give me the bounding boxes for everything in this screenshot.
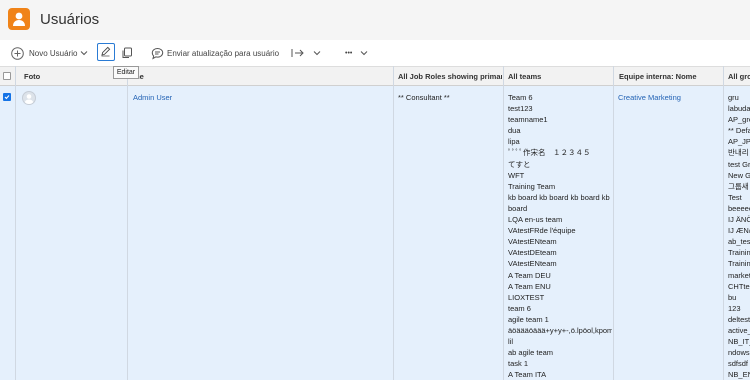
team-list-item: lipa xyxy=(508,137,520,147)
edit-tooltip: Editar xyxy=(113,66,139,79)
team-list-item: kb board kb board kb board kb xyxy=(508,192,610,202)
column-divider xyxy=(503,66,504,380)
checkmark-icon xyxy=(4,95,10,100)
group-list-item: NB_IT_ xyxy=(728,337,750,347)
team-list-item: WFT xyxy=(508,170,525,180)
team-list-item: test123 xyxy=(508,104,533,114)
column-header-teams[interactable]: All teams xyxy=(508,67,608,86)
team-list-item: VAtestENteam xyxy=(508,259,557,269)
user-name-link[interactable]: Admin User xyxy=(133,93,383,102)
team-list-item: VAtestENteam xyxy=(508,237,557,247)
group-list-item: labuda xyxy=(728,104,750,114)
group-list-item: Test xyxy=(728,192,742,202)
group-list-item: IJ ÄNÖ xyxy=(728,215,750,225)
page-header: Usuários xyxy=(0,0,750,40)
team-list-item: task 1 xyxy=(508,359,529,369)
add-circle-icon xyxy=(11,46,24,60)
team-list-item: A Team ITA xyxy=(508,370,547,380)
group-list-item: gru xyxy=(728,93,739,102)
more-actions-button[interactable]: ••• xyxy=(345,45,368,61)
home-team-link[interactable]: Creative Marketing xyxy=(618,93,718,102)
group-list-item: market xyxy=(728,270,750,280)
group-list-item: Trainin xyxy=(728,259,750,269)
users-app-icon xyxy=(8,8,30,30)
copy-icon xyxy=(122,47,132,58)
column-header-groups[interactable]: All gro xyxy=(728,67,750,86)
group-list-item: deltest xyxy=(728,314,750,324)
more-icon: ••• xyxy=(345,49,353,57)
column-divider xyxy=(723,66,724,380)
new-user-label: Novo Usuário xyxy=(29,48,78,58)
export-arrow-icon xyxy=(291,49,304,57)
column-header-photo[interactable]: Foto xyxy=(24,67,104,86)
group-list-item: Trainin xyxy=(728,248,750,258)
new-user-button[interactable]: Novo Usuário xyxy=(11,45,88,61)
group-list-item: 123 xyxy=(728,303,741,313)
group-list-item: 반내리 xyxy=(728,148,749,158)
team-list-item: VAtestDEteam xyxy=(508,248,557,258)
team-list-item: lil xyxy=(508,337,513,347)
team-list-item: LQA en-us team xyxy=(508,215,563,225)
chevron-down-icon xyxy=(361,51,368,56)
team-list-item: LIOXTEST xyxy=(508,292,545,302)
chat-bubble-icon xyxy=(151,47,164,60)
team-list-item: dua xyxy=(508,126,521,136)
team-list-item: board xyxy=(508,203,528,213)
team-list-item: ﾟﾟﾟﾟ作宋名 １２３４５ xyxy=(508,148,591,158)
group-list-item: test Gr xyxy=(728,159,750,169)
group-list-item: ndows xyxy=(728,348,750,358)
team-list-item: てすと xyxy=(508,159,531,169)
team-list-item: teamname1 xyxy=(508,115,548,125)
team-list-item: äöäääöäää+y+y+-,ö.lpöol,kpom xyxy=(508,325,612,335)
column-divider xyxy=(613,66,614,380)
edit-button[interactable] xyxy=(97,43,115,61)
column-header-home-team[interactable]: Equipe interna: Nome xyxy=(619,67,719,86)
group-list-item: ab_tes xyxy=(728,237,750,247)
group-list-item: AP_JP_ xyxy=(728,137,750,147)
select-all-checkbox[interactable] xyxy=(3,72,11,80)
chevron-down-icon xyxy=(313,51,321,56)
group-list-item: ** Defa xyxy=(728,126,750,136)
column-header-job-roles[interactable]: All Job Roles showing primary xyxy=(398,67,502,86)
group-list-item: New G xyxy=(728,170,750,180)
table-row[interactable] xyxy=(0,86,750,380)
avatar xyxy=(22,91,36,105)
group-list-item: AP_gro xyxy=(728,115,750,125)
team-list-item: VAtestFRde l'équipe xyxy=(508,226,576,236)
group-list-item: active_ xyxy=(728,325,750,335)
team-list-item: team 6 xyxy=(508,303,531,313)
export-menu-button[interactable] xyxy=(291,45,321,61)
column-divider xyxy=(15,66,16,380)
team-list-item: A Team DEU xyxy=(508,270,551,280)
team-list-item: A Team ENU xyxy=(508,281,551,291)
team-list-item: ab agile team xyxy=(508,348,554,358)
group-list-item: sdfsdf xyxy=(728,359,749,369)
group-list-item: beeeee xyxy=(728,203,750,213)
column-divider xyxy=(127,66,128,380)
chevron-down-icon xyxy=(81,51,88,56)
copy-button[interactable] xyxy=(121,45,133,61)
groups-list: gru labudaAP_gro** DefaAP_JP_반내리test GrNe… xyxy=(728,92,750,380)
row-checkbox[interactable] xyxy=(3,93,11,101)
team-list-item: Team 6 xyxy=(508,93,533,102)
column-divider xyxy=(393,66,394,380)
team-list-item: agile team 1 xyxy=(508,314,549,324)
teams-list: Team 6 test123 teamname1 dua lipa ﾟﾟﾟﾟ作宋名 １２３… xyxy=(508,92,612,380)
column-header-name[interactable]: Nome xyxy=(133,67,383,86)
send-update-label: Enviar atualização para usuário xyxy=(167,48,280,58)
group-list-item: bu xyxy=(728,292,737,302)
group-list-item: IJ ÆNø xyxy=(728,226,750,236)
team-list-item: Training Team xyxy=(508,181,556,191)
group-list-item: 그룹새 xyxy=(728,181,749,191)
job-role-cell: ** Consultant ** xyxy=(398,93,450,102)
group-list-item: CHTtes xyxy=(728,281,750,291)
group-list-item: NB_EN xyxy=(728,370,750,380)
send-update-button[interactable]: Enviar atualização para usuário xyxy=(151,45,279,61)
page-title: Usuários xyxy=(40,11,100,28)
pencil-icon xyxy=(101,46,111,57)
